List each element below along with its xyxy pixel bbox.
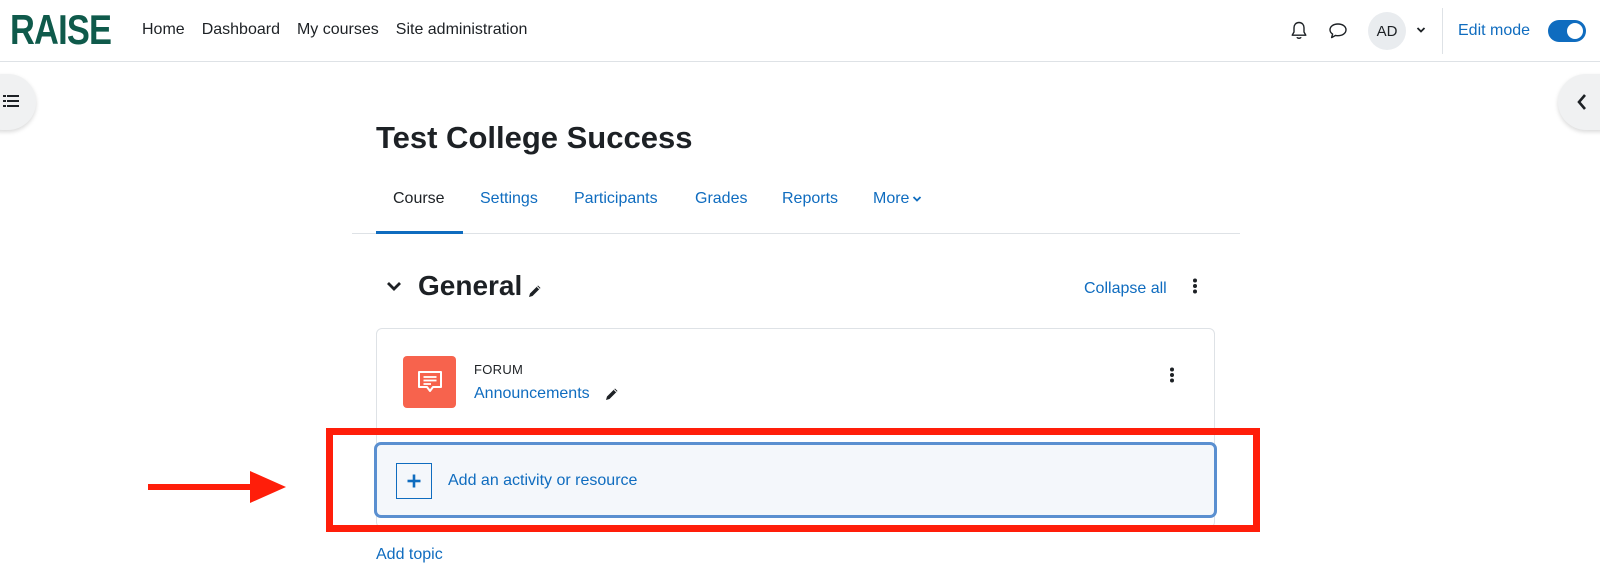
annotation-arrow-icon [148, 471, 286, 503]
tab-participants[interactable]: Participants [574, 190, 658, 208]
course-secondary-navigation: Course Settings Participants Grades Repo… [352, 178, 1240, 234]
active-tab-indicator [376, 231, 463, 234]
activity-type-label: FORUM [474, 362, 524, 377]
collapse-all-link[interactable]: Collapse all [1084, 280, 1167, 298]
forum-activity-icon [403, 356, 456, 408]
chevron-down-icon [913, 196, 922, 202]
add-activity-label: Add an activity or resource [448, 472, 638, 489]
nav-home[interactable]: Home [142, 21, 185, 39]
edit-pencil-icon[interactable] [604, 386, 620, 402]
section-title: General [418, 270, 523, 301]
navbar-divider [1442, 8, 1443, 54]
section-collapse-chevron-icon[interactable] [386, 280, 402, 292]
tab-reports[interactable]: Reports [782, 190, 838, 208]
top-navbar: RAISE Home Dashboard My courses Site adm… [0, 0, 1600, 62]
nav-dashboard[interactable]: Dashboard [202, 21, 280, 39]
forum-speech-bubble-icon [417, 371, 442, 392]
course-index-drawer-toggle[interactable] [0, 74, 36, 130]
primary-navigation: Home Dashboard My courses Site administr… [142, 21, 527, 39]
page-title: Test College Success [376, 120, 693, 155]
user-avatar[interactable]: AD [1368, 12, 1406, 50]
nav-site-administration[interactable]: Site administration [396, 21, 528, 39]
block-drawer-toggle[interactable] [1558, 74, 1600, 130]
chevron-left-icon [1577, 94, 1586, 110]
section-kebab-menu-icon[interactable] [1192, 278, 1198, 294]
plus-icon [407, 474, 421, 488]
edit-pencil-icon[interactable] [527, 283, 543, 299]
tab-settings[interactable]: Settings [480, 190, 538, 208]
tab-more[interactable]: More [873, 190, 922, 208]
edit-mode-toggle[interactable] [1548, 20, 1586, 42]
edit-mode-label: Edit mode [1458, 22, 1531, 39]
tab-grades[interactable]: Grades [695, 190, 747, 208]
nav-my-courses[interactable]: My courses [297, 21, 379, 39]
chevron-down-icon[interactable] [1415, 24, 1427, 36]
notifications-bell-icon[interactable] [1290, 21, 1308, 41]
add-activity-or-resource-button[interactable]: Add an activity or resource [374, 442, 1217, 518]
list-icon [3, 95, 19, 107]
tab-course[interactable]: Course [393, 190, 445, 208]
add-topic-link[interactable]: Add topic [376, 546, 443, 564]
tab-more-label: More [873, 190, 910, 207]
site-logo[interactable]: RAISE [10, 8, 112, 52]
plus-box [396, 463, 432, 499]
messages-chat-icon[interactable] [1328, 22, 1348, 40]
activity-name-link[interactable]: Announcements [474, 385, 590, 403]
activity-kebab-menu-icon[interactable] [1169, 367, 1175, 383]
toggle-knob [1567, 23, 1583, 39]
